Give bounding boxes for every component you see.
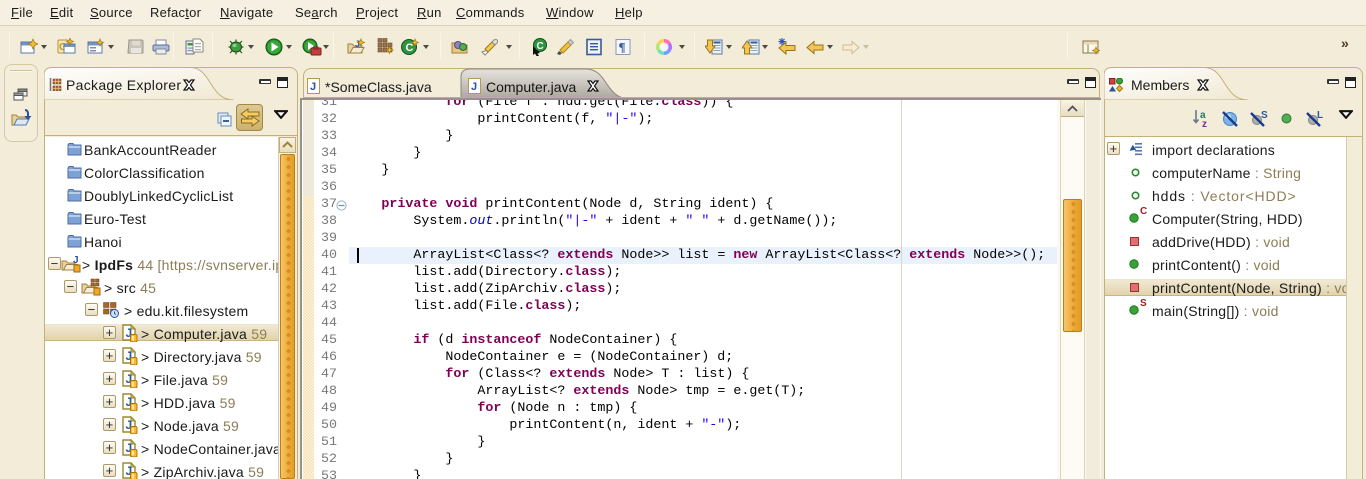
svg-text:S: S [1261,110,1268,121]
svg-text:z: z [1202,119,1207,128]
svg-text:L: L [1317,110,1323,121]
